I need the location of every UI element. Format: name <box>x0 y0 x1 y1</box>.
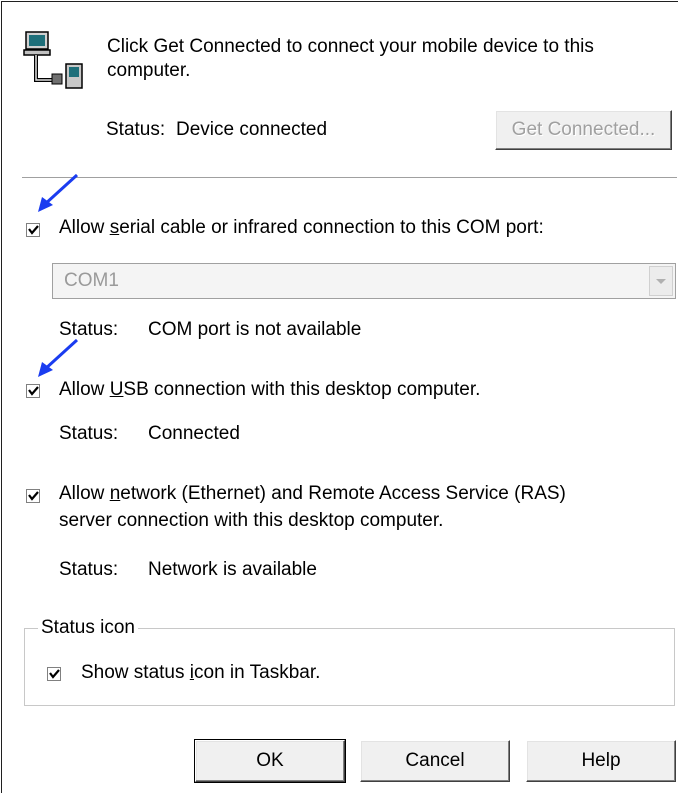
separator <box>22 177 677 179</box>
serial-checkbox[interactable] <box>26 223 40 237</box>
checkmark-icon <box>28 225 39 235</box>
network-checkbox-label-line2[interactable]: server connection with this desktop comp… <box>59 509 443 533</box>
show-status-icon-checkbox[interactable] <box>47 667 61 681</box>
usb-checkbox-label[interactable]: Allow USB connection with this desktop c… <box>59 378 480 402</box>
intro-message: Click Get Connected to connect your mobi… <box>107 36 594 81</box>
network-status-label: Status: <box>59 559 119 580</box>
mobile-device-connection-icon <box>22 30 86 105</box>
get-connected-button[interactable]: Get Connected... <box>495 110 672 150</box>
usb-checkbox[interactable] <box>26 384 40 398</box>
device-status-value: Device connected <box>176 119 328 140</box>
com-port-value: COM1 <box>64 270 119 291</box>
status-icon-group-title: Status icon <box>38 616 138 640</box>
dialog-panel: Click Get Connected to connect your mobi… <box>1 1 678 793</box>
usb-status-value: Connected <box>148 423 240 444</box>
checkmark-icon <box>28 491 39 501</box>
serial-status-value: COM port is not available <box>148 319 362 340</box>
network-checkbox[interactable] <box>26 489 40 503</box>
chevron-down-icon[interactable] <box>649 266 673 296</box>
ok-button[interactable]: OK <box>194 739 346 783</box>
annotation-arrow-icon <box>38 173 79 212</box>
checkmark-icon <box>49 669 60 679</box>
help-button[interactable]: Help <box>526 740 676 782</box>
network-status-value: Network is available <box>148 559 317 580</box>
cancel-button[interactable]: Cancel <box>360 740 510 782</box>
serial-checkbox-label[interactable]: Allow serial cable or infrared connectio… <box>59 216 544 240</box>
com-port-select[interactable]: COM1 <box>52 263 676 299</box>
usb-status-label: Status: <box>59 423 119 444</box>
annotation-arrow-icon <box>38 338 79 377</box>
checkmark-icon <box>28 386 39 396</box>
network-checkbox-label[interactable]: Allow network (Ethernet) and Remote Acce… <box>59 482 566 506</box>
device-status-label: Status: <box>106 119 166 140</box>
show-status-icon-label[interactable]: Show status icon in Taskbar. <box>81 661 320 685</box>
